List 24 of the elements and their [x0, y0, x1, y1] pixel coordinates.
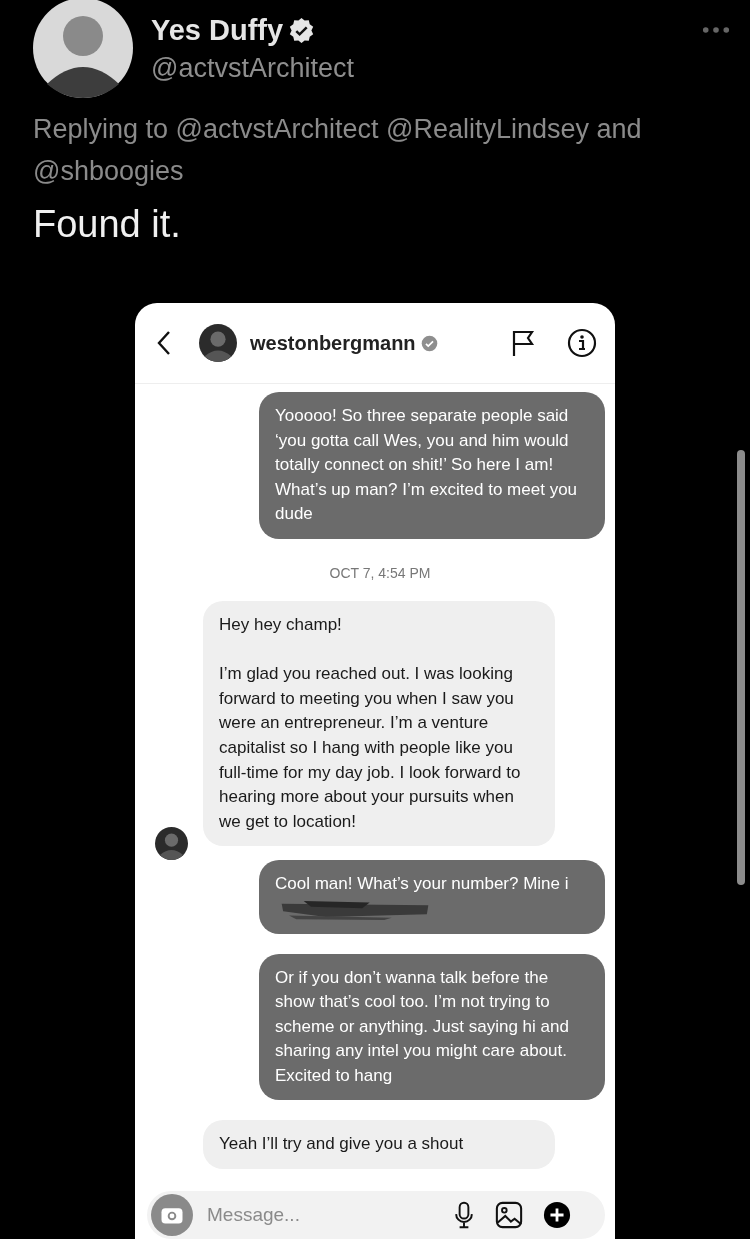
message-bubble: Yooooo! So three separate people said ‘you gotta call Wes, you and him would totally connect on shit!’ So here I am! What’s up man? I’m excited to meet you dude — [259, 392, 605, 539]
message-field[interactable]: Message... — [205, 1203, 429, 1227]
author-handle[interactable]: @actvstArchitect — [151, 53, 354, 84]
flag-icon[interactable] — [511, 329, 535, 357]
camera-icon[interactable] — [151, 1194, 193, 1236]
message-bubble: Cool man! What’s your number? Mine i — [259, 860, 605, 934]
back-icon[interactable] — [157, 330, 171, 356]
message-bubble: Hey hey champ! I’m glad you reached out. I was looking forward to meeting you when I saw you were an entrepreneur. I’m a venture capitalist so I hang with people like you full-time for my day job. I look forward to hearing more about your pursuits when we get to location! — [203, 600, 555, 847]
author-name[interactable]: Yes Duffy — [151, 14, 284, 47]
info-icon[interactable] — [567, 328, 597, 358]
avatar — [155, 827, 188, 861]
avatar[interactable] — [33, 0, 133, 98]
tweet-text: Found it. — [33, 202, 182, 246]
avatar[interactable] — [199, 324, 237, 362]
message-bubble: Yeah I’ll try and give you a shout — [203, 1120, 555, 1170]
microphone-icon[interactable] — [453, 1201, 475, 1229]
username[interactable]: westonbergmann — [250, 331, 416, 355]
add-icon[interactable] — [543, 1201, 571, 1229]
message-bubble: Or if you don’t wanna talk before the show that’s cool too. I’m not trying to scheme or anything. Just saying hi and sharing any intel you might care about. Excited to hang — [259, 953, 605, 1101]
more-icon[interactable] — [702, 26, 730, 34]
image-icon[interactable] — [495, 1201, 523, 1229]
scroll-bar[interactable] — [737, 450, 745, 885]
timestamp: OCT 7, 4:54 PM — [328, 564, 432, 581]
replying-to-text: Replying to @actvstArchitect @RealityLindsey and @shboogies — [33, 113, 643, 188]
